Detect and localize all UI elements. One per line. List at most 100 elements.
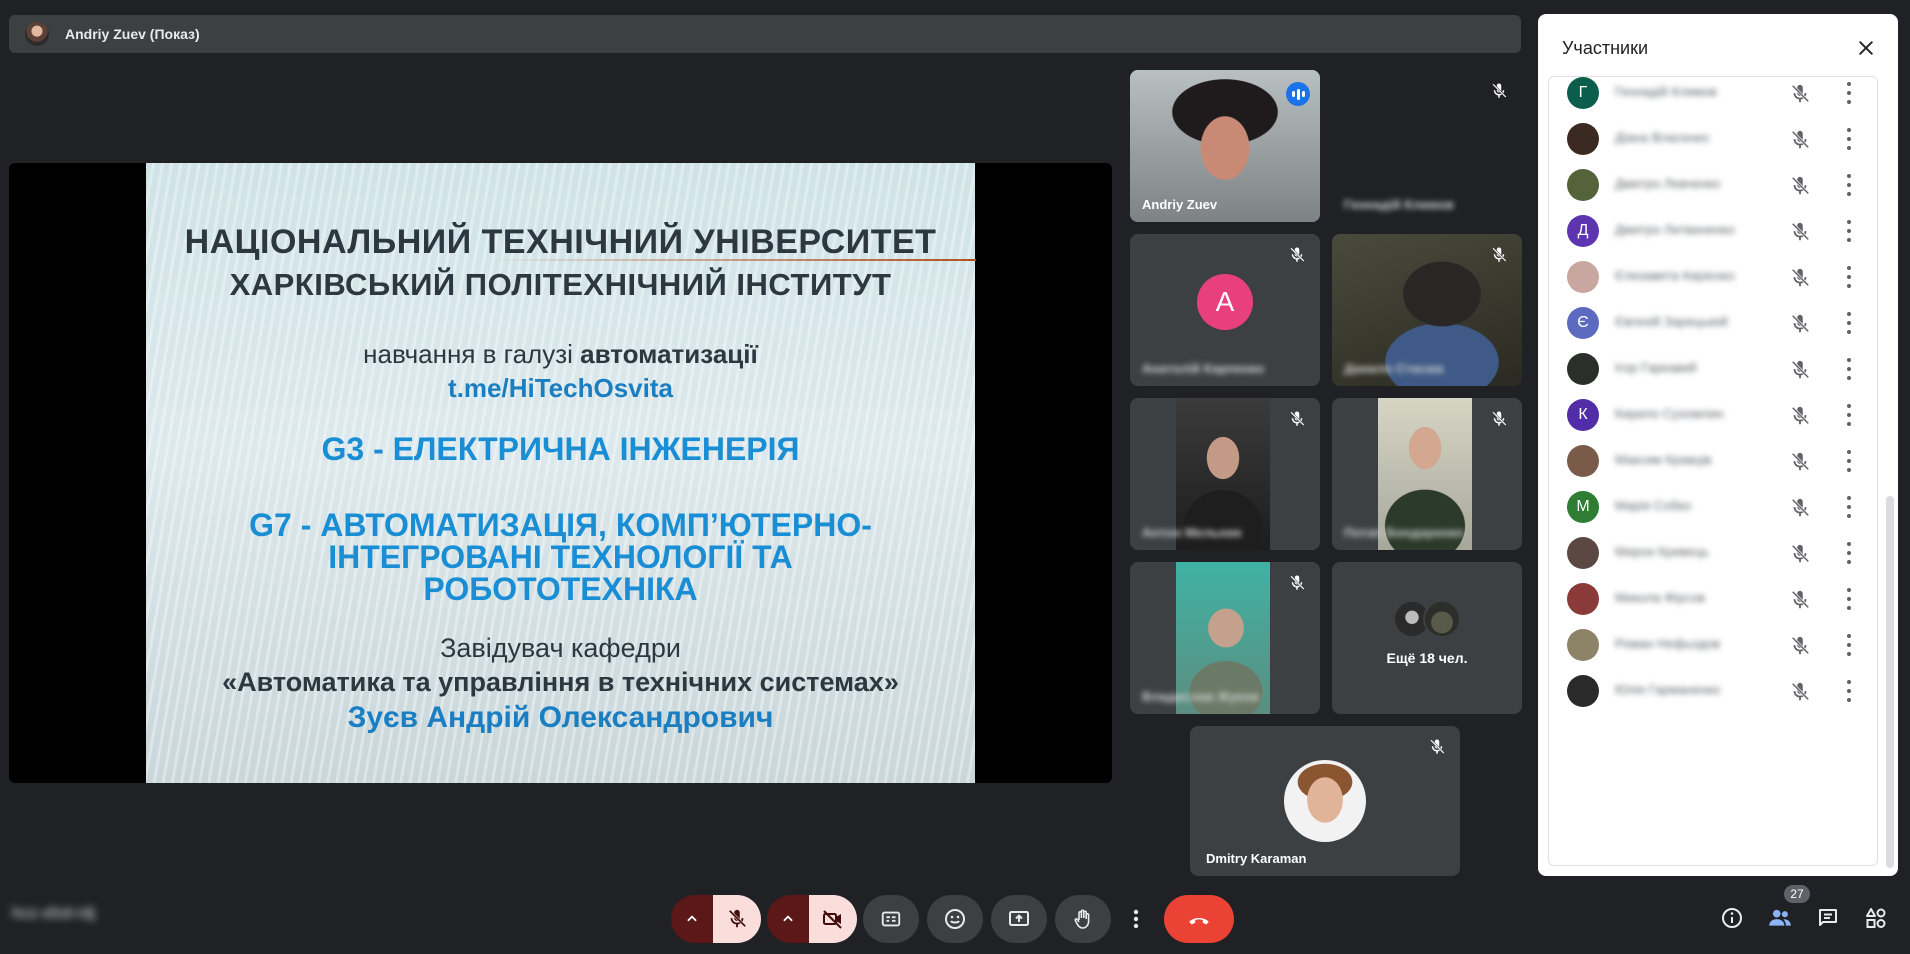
chat-icon [1819, 909, 1837, 926]
raise-hand-button[interactable] [1055, 895, 1111, 943]
slide-g7-line3: РОБОТОТЕХНІКА [423, 571, 698, 607]
leave-call-button[interactable] [1164, 895, 1234, 943]
participant-row[interactable]: Юлія Гарманенко [1549, 664, 1877, 720]
mic-off-icon [1789, 83, 1811, 105]
participant-more-button[interactable] [1845, 404, 1853, 426]
mic-off-icon [1789, 175, 1811, 197]
participant-name: Дмитро Левченко [1615, 176, 1721, 191]
more-vert-icon [1847, 404, 1851, 408]
slide-university-line2: ХАРКІВСЬКИЙ ПОЛІТЕХНІЧНИЙ ІНСТИТУТ [229, 267, 892, 302]
mic-off-icon [1290, 575, 1305, 590]
mic-off-icon [1789, 681, 1811, 703]
participant-name: Мирон Кривець [1615, 544, 1709, 559]
mic-off-icon [1789, 497, 1811, 519]
participant-more-button[interactable] [1845, 680, 1853, 702]
more-options-button[interactable] [1120, 895, 1152, 943]
mic-off-icon [1290, 411, 1305, 426]
participant-name: Геннадій Климов [1615, 84, 1717, 99]
participant-name: Роман Нефьодов [1615, 636, 1721, 651]
close-panel-button[interactable] [1852, 34, 1880, 62]
participant-more-button[interactable] [1845, 82, 1853, 104]
hand-icon [1074, 909, 1090, 929]
slide-g7-line2: ІНТЕГРОВАНІ ТЕХНОЛОГІЇ ТА [328, 539, 793, 575]
participant-avatar [1567, 445, 1599, 477]
camera-options-button[interactable] [767, 895, 809, 943]
more-vert-icon [1847, 266, 1851, 270]
closed-captions-icon [881, 911, 901, 927]
screen-share[interactable]: НАЦІОНАЛЬНИЙ ТЕХНІЧНИЙ УНІВЕРСИТЕТ ХАРКІ… [9, 163, 1112, 783]
mic-toggle-button[interactable] [713, 895, 761, 943]
participant-avatar: Г [1567, 77, 1599, 109]
participant-tile-4[interactable]: Данило Стасюк [1332, 234, 1522, 386]
captions-button[interactable] [863, 895, 919, 943]
participant-list[interactable]: Г Геннадій Климов Діана Власенко Дмитро Лев… [1548, 76, 1878, 866]
participant-tile-6[interactable]: Потап Бондаренко [1332, 398, 1522, 550]
mic-off-icon [1492, 411, 1507, 426]
meeting-info-button[interactable] [1716, 902, 1748, 934]
participant-name: Геннадій Климов [1344, 197, 1454, 212]
mic-options-button[interactable] [671, 895, 713, 943]
meeting-code: hcz-xfzd-rdj [12, 905, 95, 922]
more-avatars [1393, 600, 1461, 638]
more-vert-icon [1847, 82, 1851, 86]
participant-avatar [1567, 261, 1599, 293]
emoji-icon [945, 909, 965, 929]
participant-name: Єлизавета Кирієнко [1615, 268, 1735, 283]
panel-title: Участники [1562, 38, 1648, 58]
participant-name: Марія Собко [1615, 498, 1692, 513]
participant-more-button[interactable] [1845, 128, 1853, 150]
participant-tile-2[interactable]: Геннадій Климов [1332, 70, 1522, 222]
participant-more-button[interactable] [1845, 496, 1853, 518]
participant-name: Юлія Гарманенко [1615, 682, 1721, 697]
participant-tile-zuev[interactable]: Andriy Zuev [1130, 70, 1320, 222]
slide-link: t.me/HiTechOsvita [448, 373, 673, 403]
participant-avatar [1567, 169, 1599, 201]
more-participants: Ещё 18 чел. [1332, 562, 1522, 714]
participant-avatar [1567, 583, 1599, 615]
present-screen-button[interactable] [991, 895, 1047, 943]
participant-more-button[interactable] [1845, 542, 1853, 564]
mic-off-icon [1290, 247, 1305, 262]
participant-more-button[interactable] [1845, 312, 1853, 334]
reactions-button[interactable] [927, 895, 983, 943]
participant-more-button[interactable] [1845, 634, 1853, 656]
participant-avatar [1567, 537, 1599, 569]
camera-toggle-button[interactable] [809, 895, 857, 943]
mic-off-icon [1789, 543, 1811, 565]
participant-avatar [1284, 760, 1366, 842]
more-vert-icon [1847, 174, 1851, 178]
participant-avatar: К [1567, 399, 1599, 431]
activities-button[interactable] [1860, 902, 1892, 934]
present-screen-icon [1009, 911, 1029, 926]
participant-more-button[interactable] [1845, 588, 1853, 610]
participant-tile-karaman[interactable]: Dmitry Karaman [1190, 726, 1460, 876]
participant-tile-3[interactable]: A Анатолій Карпенко [1130, 234, 1320, 386]
participant-avatar: Є [1567, 307, 1599, 339]
participant-tile-5[interactable]: Антон Мельник [1130, 398, 1320, 550]
speaking-indicator-icon [1286, 82, 1310, 106]
mic-off-icon [1430, 739, 1445, 754]
participant-more-button[interactable] [1845, 220, 1853, 242]
participant-more-button[interactable] [1845, 450, 1853, 472]
people-button[interactable] [1764, 902, 1796, 934]
more-vert-icon [1133, 909, 1139, 929]
participant-list-scrollbar[interactable] [1886, 496, 1894, 868]
more-vert-icon [1847, 312, 1851, 316]
mic-control [671, 895, 761, 943]
slide-divider [486, 259, 976, 261]
more-avatar [1423, 600, 1461, 638]
participant-avatar-letter: A [1197, 274, 1253, 330]
more-participants-tile[interactable]: Ещё 18 чел. [1332, 562, 1522, 714]
presenter-name: Andriy Zuev (Показ) [65, 26, 200, 42]
participant-tile-7[interactable]: Владислав Жуков [1130, 562, 1320, 714]
presenter-bar[interactable]: Andriy Zuev (Показ) [9, 15, 1521, 53]
participant-more-button[interactable] [1845, 266, 1853, 288]
close-icon [1859, 41, 1873, 55]
participant-more-button[interactable] [1845, 174, 1853, 196]
chat-button[interactable] [1812, 902, 1844, 934]
slide-department: «Автоматика та управління в технічних си… [222, 667, 899, 697]
participant-more-button[interactable] [1845, 358, 1853, 380]
mic-off-icon [1492, 247, 1507, 262]
more-vert-icon [1847, 220, 1851, 224]
participant-name: Антон Мельник [1142, 525, 1242, 540]
